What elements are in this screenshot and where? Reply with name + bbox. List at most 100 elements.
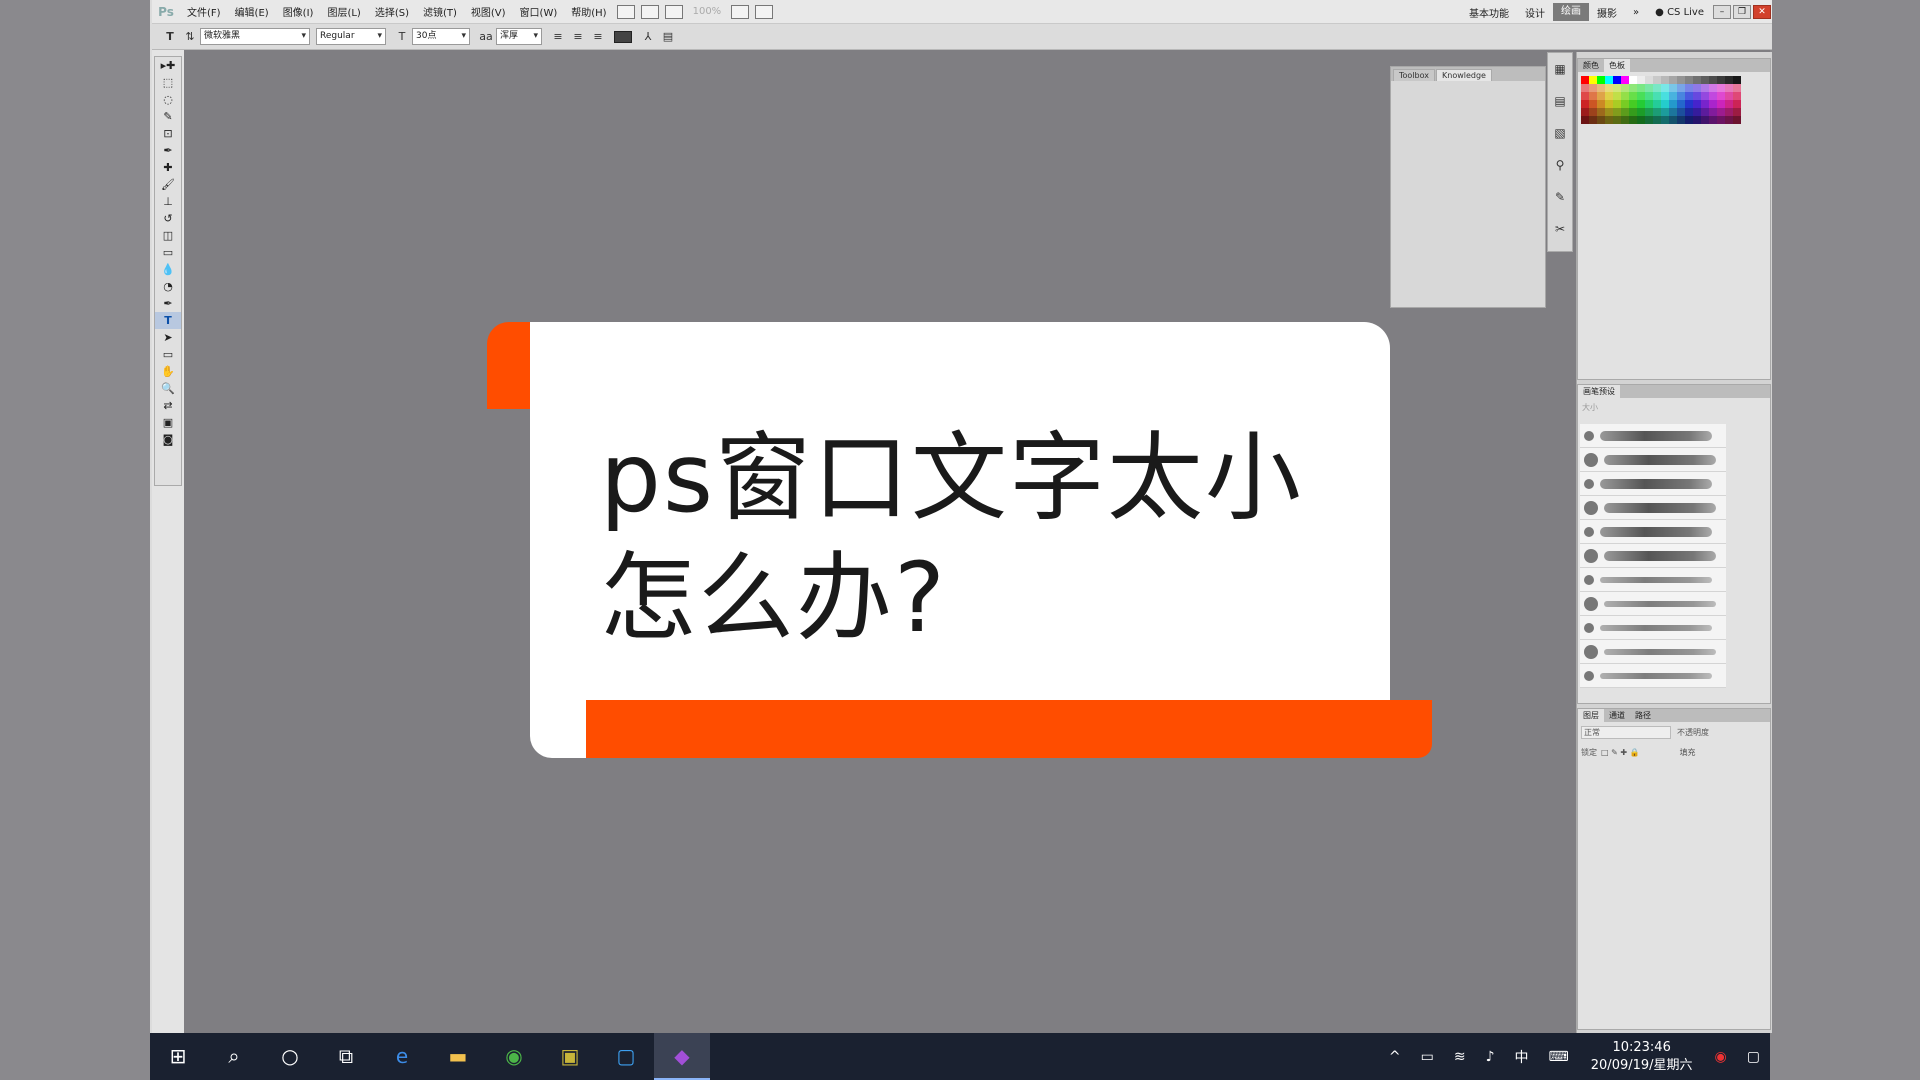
zoom-level[interactable]: 100% — [686, 6, 729, 17]
swatch[interactable] — [1597, 108, 1605, 116]
arrange-docs-icon[interactable] — [731, 4, 750, 19]
swatch[interactable] — [1725, 92, 1733, 100]
brush-preset[interactable] — [1580, 424, 1726, 448]
swatch[interactable] — [1717, 76, 1725, 84]
workspace-overflow-button[interactable]: » — [1625, 7, 1647, 18]
toggle-orientation-icon[interactable]: ⇅ — [182, 29, 198, 45]
swatch[interactable] — [1581, 100, 1589, 108]
swatch[interactable] — [1605, 76, 1613, 84]
mini-bridge-icon[interactable] — [640, 4, 659, 19]
cortana-icon[interactable]: ○ — [262, 1033, 318, 1080]
swatch[interactable] — [1693, 92, 1701, 100]
adjustments-panel-icon[interactable]: ▧ — [1548, 117, 1572, 149]
swatch[interactable] — [1693, 100, 1701, 108]
swatch[interactable] — [1669, 116, 1677, 124]
close-button[interactable]: ✕ — [1753, 5, 1771, 19]
type-tool-icon[interactable]: T — [162, 29, 178, 45]
gradient-tool[interactable]: ▭ — [155, 244, 181, 261]
menu-layer[interactable]: 图层(L) — [320, 4, 367, 19]
swatch[interactable] — [1605, 92, 1613, 100]
swatch[interactable] — [1717, 116, 1725, 124]
tab-channels[interactable]: 通道 — [1604, 709, 1630, 722]
taskbar-clock[interactable]: 10:23:46 20/09/19/星期六 — [1579, 1039, 1705, 1075]
swatch[interactable] — [1677, 84, 1685, 92]
font-style-select[interactable]: Regular — [316, 28, 386, 45]
tab-brush-presets[interactable]: 画笔预设 — [1578, 385, 1620, 398]
brush-preset[interactable] — [1580, 568, 1726, 592]
brush-preset[interactable] — [1580, 664, 1726, 688]
swatch[interactable] — [1637, 100, 1645, 108]
swatch[interactable] — [1645, 92, 1653, 100]
photoshop-taskbar-icon[interactable]: ◆ — [654, 1033, 710, 1080]
swatch[interactable] — [1581, 76, 1589, 84]
swatch[interactable] — [1621, 76, 1629, 84]
swatch[interactable] — [1701, 116, 1709, 124]
file-explorer-icon[interactable]: ▬ — [430, 1033, 486, 1080]
quick-select-tool[interactable]: ✎ — [155, 108, 181, 125]
warp-text-icon[interactable]: ⅄ — [640, 29, 656, 45]
tab-layers[interactable]: 图层 — [1578, 709, 1604, 722]
swatch[interactable] — [1669, 92, 1677, 100]
swatch[interactable] — [1653, 92, 1661, 100]
swatch[interactable] — [1701, 108, 1709, 116]
swatch[interactable] — [1597, 92, 1605, 100]
clone-source-panel-icon[interactable]: ⚲ — [1548, 149, 1572, 181]
swatch[interactable] — [1629, 100, 1637, 108]
app-blue-icon[interactable]: ▢ — [598, 1033, 654, 1080]
character-panel-icon[interactable]: ▤ — [660, 29, 676, 45]
swatch[interactable] — [1693, 84, 1701, 92]
swatch[interactable] — [1629, 76, 1637, 84]
lasso-tool[interactable]: ◌ — [155, 91, 181, 108]
swatch[interactable] — [1717, 100, 1725, 108]
align-left-icon[interactable]: ≡ — [550, 29, 566, 45]
swatch[interactable] — [1597, 100, 1605, 108]
browser-icon[interactable]: ◉ — [486, 1033, 542, 1080]
minimize-button[interactable]: – — [1713, 5, 1731, 19]
swatch[interactable] — [1669, 100, 1677, 108]
workspace-painting[interactable]: 绘画 — [1553, 3, 1590, 21]
healing-tool[interactable]: ✚ — [155, 159, 181, 176]
zoom-tool[interactable]: 🔍 — [155, 380, 181, 397]
swatch[interactable] — [1645, 108, 1653, 116]
antialias-select[interactable]: 浑厚 — [496, 28, 542, 45]
wifi-icon[interactable]: ≋ — [1444, 1049, 1476, 1065]
crop-tool[interactable]: ⊡ — [155, 125, 181, 142]
menu-help[interactable]: 帮助(H) — [564, 4, 613, 19]
swatch[interactable] — [1605, 100, 1613, 108]
swatch[interactable] — [1677, 100, 1685, 108]
cs-live-button[interactable]: ● CS Live — [1647, 7, 1712, 18]
menu-filter[interactable]: 滤镜(T) — [416, 4, 464, 19]
history-panel-icon[interactable]: ▦ — [1548, 53, 1572, 85]
swatch[interactable] — [1717, 84, 1725, 92]
brush-preset[interactable] — [1580, 592, 1726, 616]
menu-file[interactable]: 文件(F) — [180, 4, 228, 19]
tray-overflow-icon[interactable]: ^ — [1379, 1049, 1411, 1065]
notification-icon[interactable]: ▢ — [1737, 1049, 1770, 1065]
view-extras-icon[interactable] — [664, 4, 683, 19]
swatch[interactable] — [1613, 76, 1621, 84]
swatch[interactable] — [1725, 84, 1733, 92]
path-select-tool[interactable]: ➤ — [155, 329, 181, 346]
swatch[interactable] — [1701, 92, 1709, 100]
swatch[interactable] — [1733, 116, 1741, 124]
swatch[interactable] — [1621, 100, 1629, 108]
swatch[interactable] — [1677, 108, 1685, 116]
tab-color[interactable]: 颜色 — [1578, 59, 1604, 72]
stamp-tool[interactable]: ⊥ — [155, 193, 181, 210]
swatch[interactable] — [1693, 116, 1701, 124]
swatch[interactable] — [1733, 84, 1741, 92]
swatch[interactable] — [1589, 108, 1597, 116]
menu-image[interactable]: 图像(I) — [276, 4, 321, 19]
menu-window[interactable]: 窗口(W) — [513, 4, 565, 19]
swatch[interactable] — [1677, 92, 1685, 100]
brush-preset[interactable] — [1580, 448, 1726, 472]
swatch[interactable] — [1653, 84, 1661, 92]
swatch[interactable] — [1621, 116, 1629, 124]
swatch[interactable] — [1653, 100, 1661, 108]
swatch[interactable] — [1709, 116, 1717, 124]
menu-view[interactable]: 视图(V) — [464, 4, 513, 19]
swatch[interactable] — [1621, 92, 1629, 100]
menu-edit[interactable]: 编辑(E) — [228, 4, 276, 19]
swatch[interactable] — [1725, 100, 1733, 108]
swatch[interactable] — [1669, 108, 1677, 116]
